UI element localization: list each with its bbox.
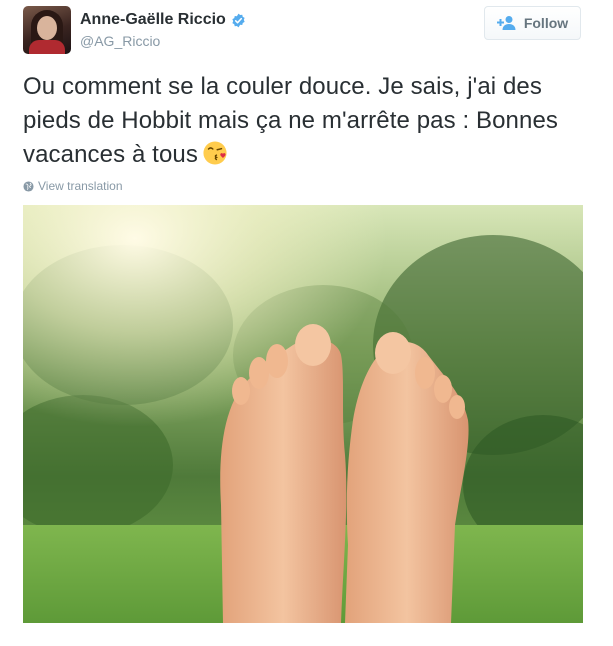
globe-icon bbox=[23, 180, 34, 192]
avatar-shirt bbox=[29, 40, 65, 54]
tweet-photo[interactable] bbox=[23, 205, 583, 623]
add-user-icon bbox=[496, 16, 516, 30]
view-translation-link[interactable]: View translation bbox=[23, 179, 123, 193]
tweet-header: Anne-Gaëlle Riccio @AG_Riccio Follow bbox=[23, 6, 583, 56]
name-line[interactable]: Anne-Gaëlle Riccio bbox=[80, 11, 246, 29]
avatar-face bbox=[37, 16, 57, 40]
tweet-text: Ou comment se la couler douce. Je sais, … bbox=[23, 70, 583, 172]
verified-badge-icon bbox=[232, 13, 245, 27]
tweet-text-body: Ou comment se la couler douce. Je sais, … bbox=[23, 73, 559, 168]
user-handle[interactable]: @AG_Riccio bbox=[80, 33, 160, 49]
follow-button[interactable]: Follow bbox=[484, 6, 581, 40]
follow-button-label: Follow bbox=[523, 15, 569, 31]
user-fullname[interactable]: Anne-Gaëlle Riccio bbox=[80, 11, 226, 29]
view-translation-label: View translation bbox=[38, 179, 123, 193]
photo-feet-in-garden bbox=[23, 205, 583, 623]
face-throwing-kiss-icon bbox=[203, 141, 227, 165]
avatar[interactable] bbox=[23, 6, 71, 54]
